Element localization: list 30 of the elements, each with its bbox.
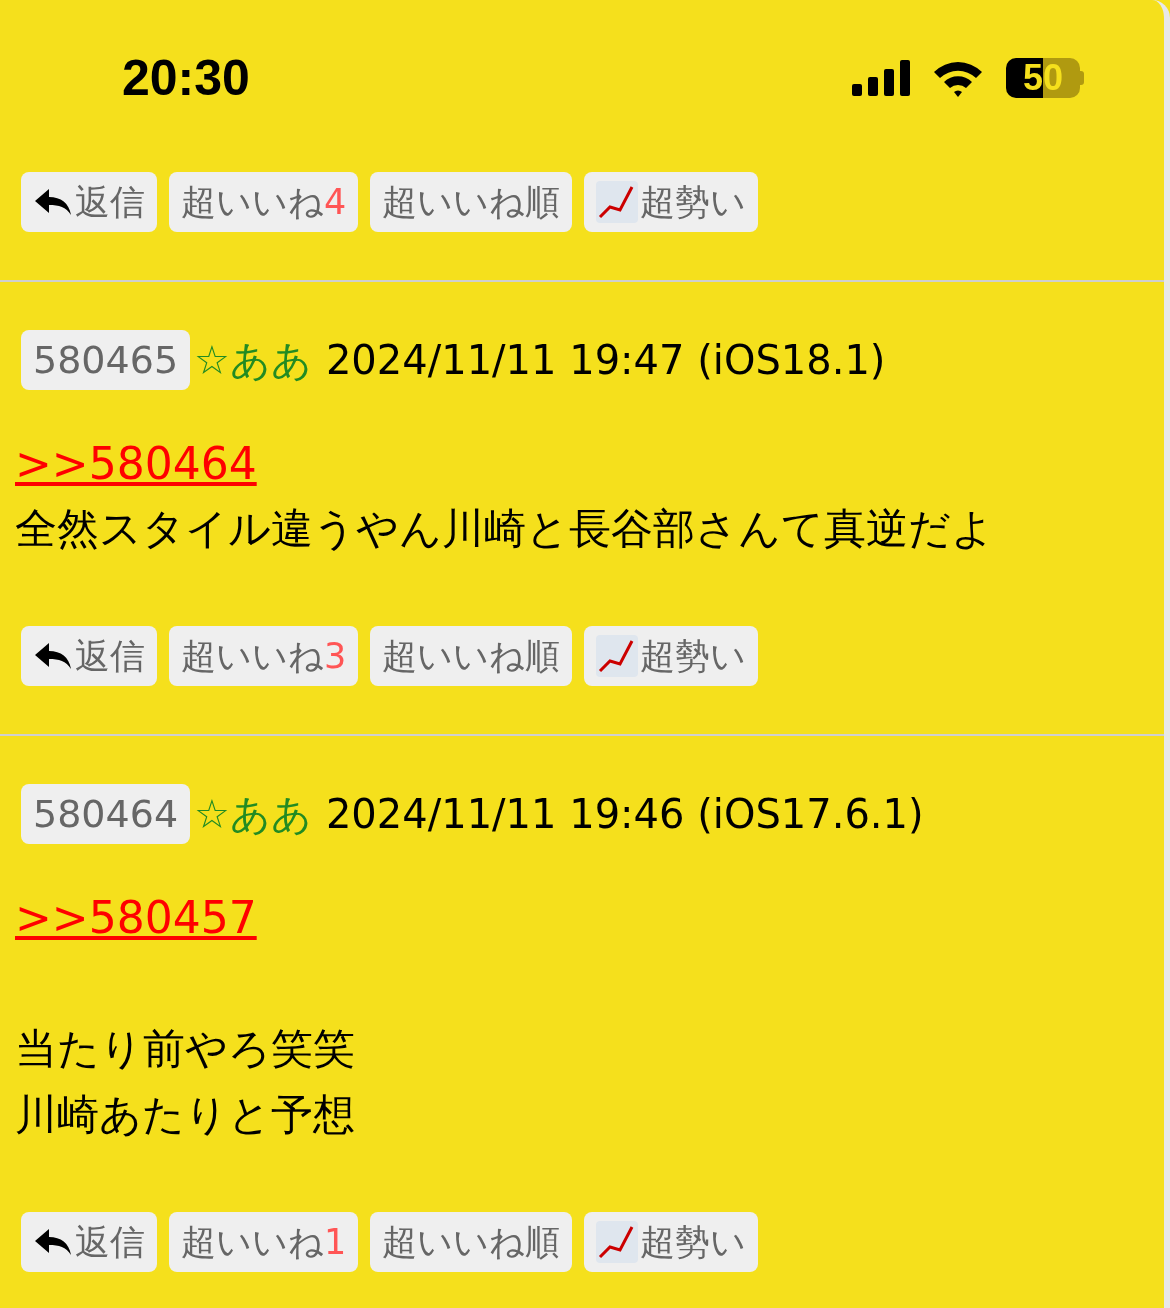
sort-button[interactable]: 超いいね順: [370, 626, 573, 686]
post-text: 川崎あたりと予想: [15, 1089, 355, 1141]
chart-icon: [596, 1221, 639, 1263]
post-number: 580465: [21, 330, 191, 390]
signal-icon: [852, 60, 910, 96]
trend-button[interactable]: 超勢い: [584, 626, 759, 686]
trend-button[interactable]: 超勢い: [584, 172, 759, 232]
poster-name: ☆ああ: [194, 335, 312, 385]
post-date: 2024/11/11 19:46 (iOS17.6.1): [325, 791, 924, 837]
post-number: 580464: [21, 784, 191, 844]
reply-button[interactable]: 返信: [21, 172, 157, 232]
post-date: 2024/11/11 19:47 (iOS18.1): [325, 337, 886, 383]
like-button[interactable]: 超いいね4: [169, 172, 359, 232]
reply-link[interactable]: >>580464: [15, 437, 257, 489]
like-button[interactable]: 超いいね3: [169, 626, 359, 686]
chart-icon: [596, 635, 639, 677]
reply-button[interactable]: 返信: [21, 626, 157, 686]
battery-level: 50: [1022, 57, 1063, 99]
like-button[interactable]: 超いいね1: [169, 1212, 359, 1272]
sort-button[interactable]: 超いいね順: [370, 172, 573, 232]
chart-icon: [596, 181, 639, 223]
sort-button[interactable]: 超いいね順: [370, 1212, 573, 1272]
wifi-icon: [932, 59, 984, 97]
post-text: 当たり前やろ笑笑: [15, 1023, 355, 1075]
reply-link[interactable]: >>580457: [15, 891, 257, 943]
post-text: 全然スタイル違うやん川崎と長谷部さんて真逆だよ: [15, 503, 994, 555]
trend-button[interactable]: 超勢い: [584, 1212, 759, 1272]
poster-name: ☆ああ: [194, 789, 312, 839]
clock-time: 20:30: [122, 49, 250, 107]
reply-button[interactable]: 返信: [21, 1212, 157, 1272]
